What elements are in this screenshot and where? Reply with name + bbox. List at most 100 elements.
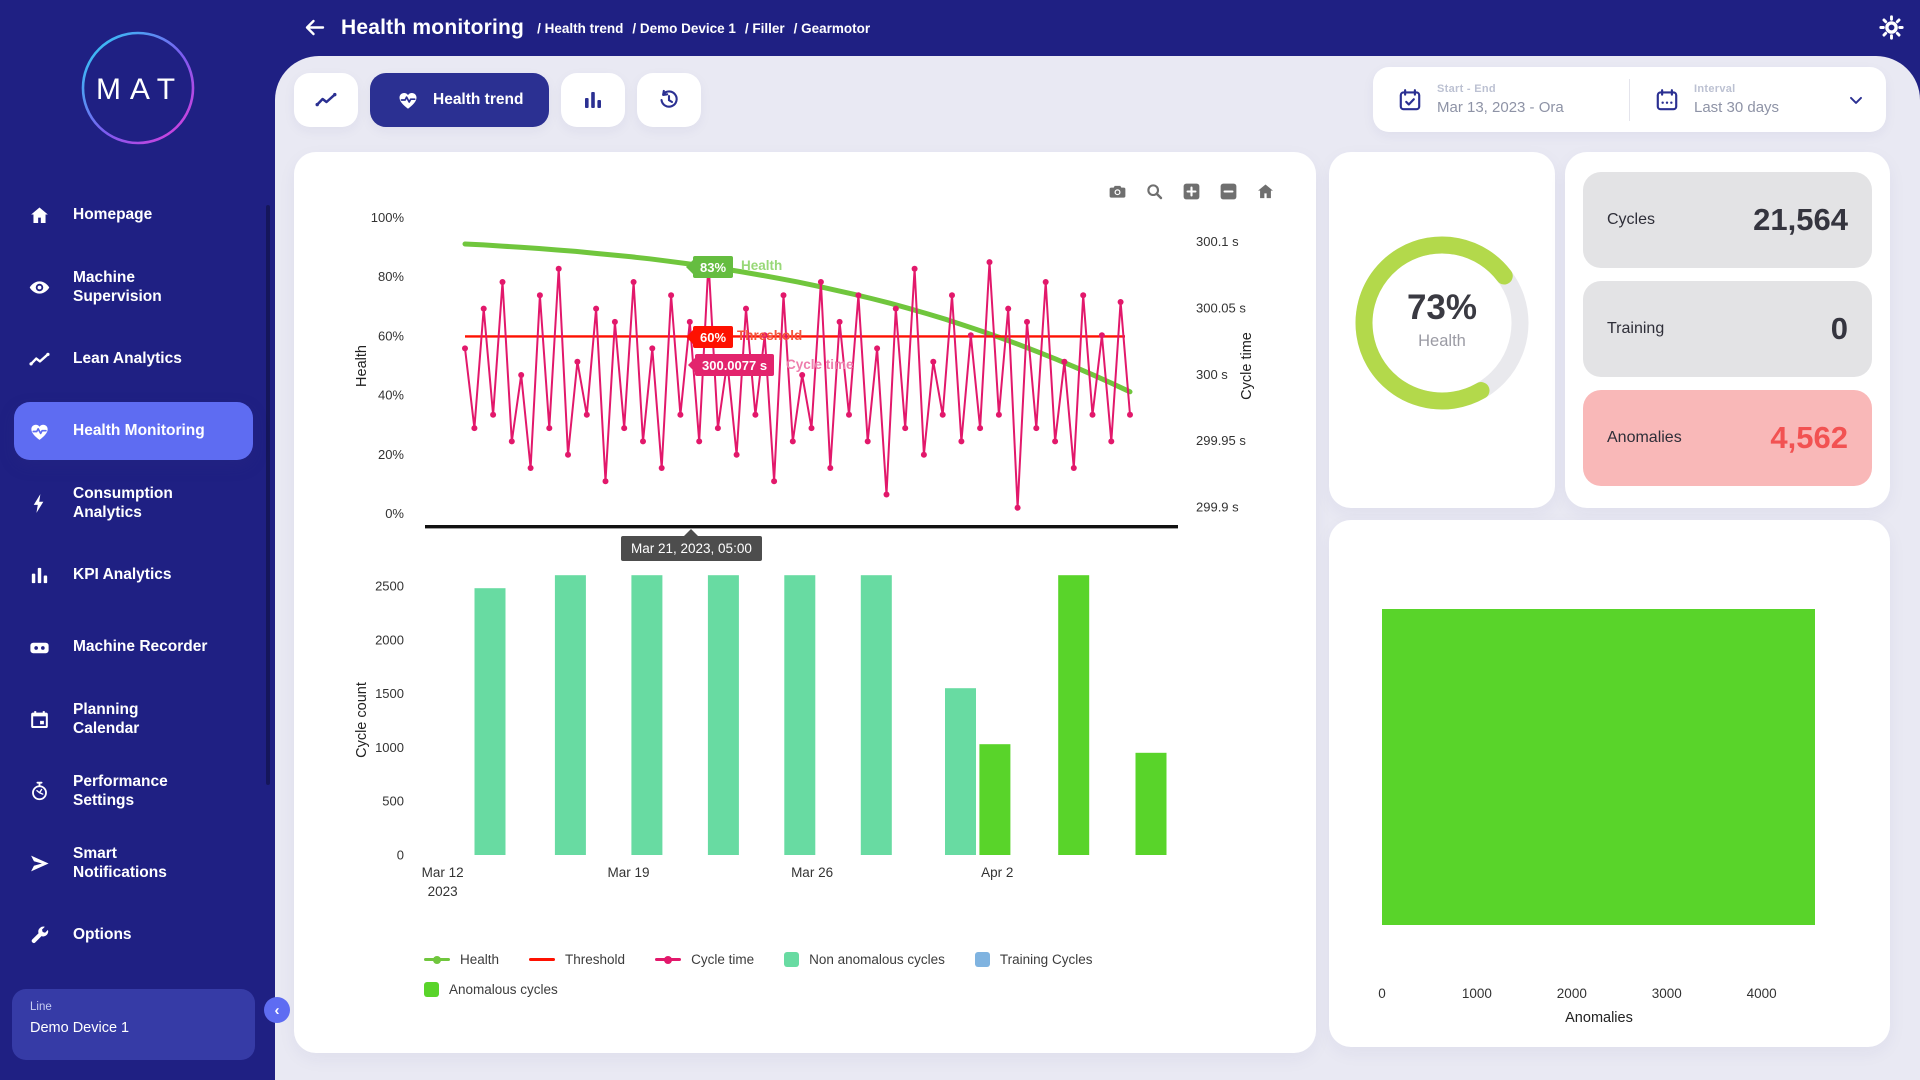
breadcrumb-item[interactable]: / Demo Device 1 — [632, 21, 736, 36]
sidebar-item-label: Smart Notifications — [73, 844, 167, 883]
reset-axes-home-icon[interactable] — [1255, 181, 1276, 202]
legend-row: Anomalous cycles — [424, 982, 1092, 997]
view-tabs: Health trend — [294, 73, 701, 127]
svg-text:3000: 3000 — [1652, 986, 1682, 1001]
settings-button[interactable] — [1877, 13, 1906, 42]
tab-bar-analytics[interactable] — [561, 73, 625, 127]
start-end-picker[interactable]: Start - End Mar 13, 2023 - Ora — [1373, 67, 1629, 132]
sidebar-collapse-button[interactable]: ‹ — [264, 997, 290, 1023]
sidebar-item-lean-analytics[interactable]: Lean Analytics — [0, 323, 275, 395]
device-selector[interactable]: Line Demo Device 1 — [12, 989, 255, 1060]
svg-text:2000: 2000 — [1557, 986, 1587, 1001]
sidebar-item-label: Machine Recorder — [73, 637, 207, 656]
legend-swatch — [784, 952, 799, 967]
legend-label: Training Cycles — [1000, 952, 1093, 967]
sidebar-item-homepage[interactable]: Homepage — [0, 179, 275, 251]
stopwatch-icon — [28, 780, 51, 803]
legend-item[interactable]: Health — [424, 952, 499, 967]
svg-text:300 s: 300 s — [1196, 367, 1228, 382]
svg-text:0%: 0% — [385, 506, 404, 521]
legend-swatch — [424, 958, 450, 961]
gauge-text: 73% Health — [1329, 288, 1555, 351]
stat-value: 21,564 — [1753, 202, 1848, 238]
svg-text:Mar 12: Mar 12 — [422, 865, 464, 880]
home-icon — [28, 204, 51, 227]
tab-label: Health trend — [433, 91, 523, 109]
legend-row: Health Threshold Cycle time Non anomalous c… — [424, 952, 1092, 967]
legend-item[interactable]: Non anomalous cycles — [784, 952, 945, 967]
send-icon — [28, 852, 51, 875]
breadcrumb-item[interactable]: / Gearmotor — [794, 21, 871, 36]
cycle-time-flag-label: Cycle time — [786, 357, 854, 372]
legend-label: Non anomalous cycles — [809, 952, 945, 967]
gauge-label: Health — [1329, 332, 1555, 351]
anomalies-card: 01000200030004000Anomalies — [1329, 520, 1890, 1047]
camera-icon[interactable] — [1107, 181, 1128, 202]
svg-text:20%: 20% — [378, 447, 404, 462]
bar-chart-icon — [28, 564, 51, 587]
stat-value: 0 — [1831, 311, 1848, 347]
zoom-in-icon[interactable] — [1181, 181, 1202, 202]
tab-history[interactable] — [637, 73, 701, 127]
sidebar-scrollbar[interactable] — [266, 205, 270, 785]
date-filters: Start - End Mar 13, 2023 - Ora Interval … — [1373, 67, 1886, 132]
sidebar-item-performance-settings[interactable]: Performance Settings — [0, 755, 275, 827]
mat-logo-ring: MAT — [78, 28, 198, 148]
legend-label: Anomalous cycles — [449, 982, 558, 997]
stat-label: Training — [1607, 320, 1664, 338]
svg-text:299.9 s: 299.9 s — [1196, 500, 1239, 515]
legend-swatch — [529, 958, 555, 961]
bolt-icon — [28, 492, 51, 515]
legend-item[interactable]: Cycle time — [655, 952, 754, 967]
svg-text:40%: 40% — [378, 388, 404, 403]
mat-logo: MAT — [78, 28, 198, 148]
chart-legend: Health Threshold Cycle time Non anomalous c… — [424, 952, 1092, 997]
stat-tile-anomalies: Anomalies4,562 — [1583, 390, 1872, 486]
wrench-icon — [28, 924, 51, 947]
sidebar-item-label: Homepage — [73, 205, 152, 224]
legend-item[interactable]: Anomalous cycles — [424, 982, 558, 997]
trend-icon — [28, 348, 51, 371]
sidebar-item-planning-calendar[interactable]: Planning Calendar — [0, 683, 275, 755]
breadcrumb-item[interactable]: / Filler — [745, 21, 785, 36]
legend-swatch — [424, 982, 439, 997]
sidebar-item-options[interactable]: Options — [0, 899, 275, 971]
back-button[interactable] — [303, 16, 327, 40]
x-axis-tooltip: Mar 21, 2023, 05:00 — [621, 536, 762, 561]
breadcrumb-item[interactable]: / Health trend — [537, 21, 623, 36]
start-end-label: Start - End — [1437, 83, 1564, 95]
legend-label: Threshold — [565, 952, 625, 967]
zoom-out-icon[interactable] — [1218, 181, 1239, 202]
sidebar-item-label: Options — [73, 925, 132, 944]
calendar-icon — [28, 708, 51, 731]
svg-text:0: 0 — [397, 848, 404, 863]
svg-text:2000: 2000 — [375, 632, 404, 647]
stat-label: Anomalies — [1607, 429, 1682, 447]
tab-health-trend[interactable]: Health trend — [370, 73, 549, 127]
calendar-dots-icon — [1654, 87, 1680, 113]
sidebar: MAT Homepage Machine Supervision Lean Anal… — [0, 0, 275, 1080]
svg-text:Cycle time: Cycle time — [1239, 332, 1255, 400]
svg-text:Mar 26: Mar 26 — [791, 865, 833, 880]
sidebar-item-consumption-analytics[interactable]: Consumption Analytics — [0, 467, 275, 539]
zoom-icon[interactable] — [1144, 181, 1165, 202]
svg-text:Health: Health — [354, 345, 370, 387]
sidebar-item-machine-supervision[interactable]: Machine Supervision — [0, 251, 275, 323]
legend-label: Health — [460, 952, 499, 967]
sidebar-item-kpi-analytics[interactable]: KPI Analytics — [0, 539, 275, 611]
health-flag-label: Health — [741, 258, 782, 273]
legend-item[interactable]: Threshold — [529, 952, 625, 967]
sidebar-item-health-monitoring[interactable]: Health Monitoring — [14, 402, 253, 460]
svg-text:2500: 2500 — [375, 579, 404, 594]
health-trend-card: 100%80%60%40%20%0%300.1 s300.05 s300 s29… — [294, 152, 1316, 1053]
tab-trend[interactable] — [294, 73, 358, 127]
svg-text:4000: 4000 — [1747, 986, 1777, 1001]
sidebar-item-machine-recorder[interactable]: Machine Recorder — [0, 611, 275, 683]
legend-swatch — [975, 952, 990, 967]
sidebar-item-label: Machine Supervision — [73, 268, 162, 307]
sidebar-item-smart-notifications[interactable]: Smart Notifications — [0, 827, 275, 899]
bar-chart-icon — [581, 88, 605, 112]
interval-label: Interval — [1694, 83, 1779, 95]
interval-picker[interactable]: Interval Last 30 days — [1630, 67, 1886, 132]
legend-item[interactable]: Training Cycles — [975, 952, 1093, 967]
